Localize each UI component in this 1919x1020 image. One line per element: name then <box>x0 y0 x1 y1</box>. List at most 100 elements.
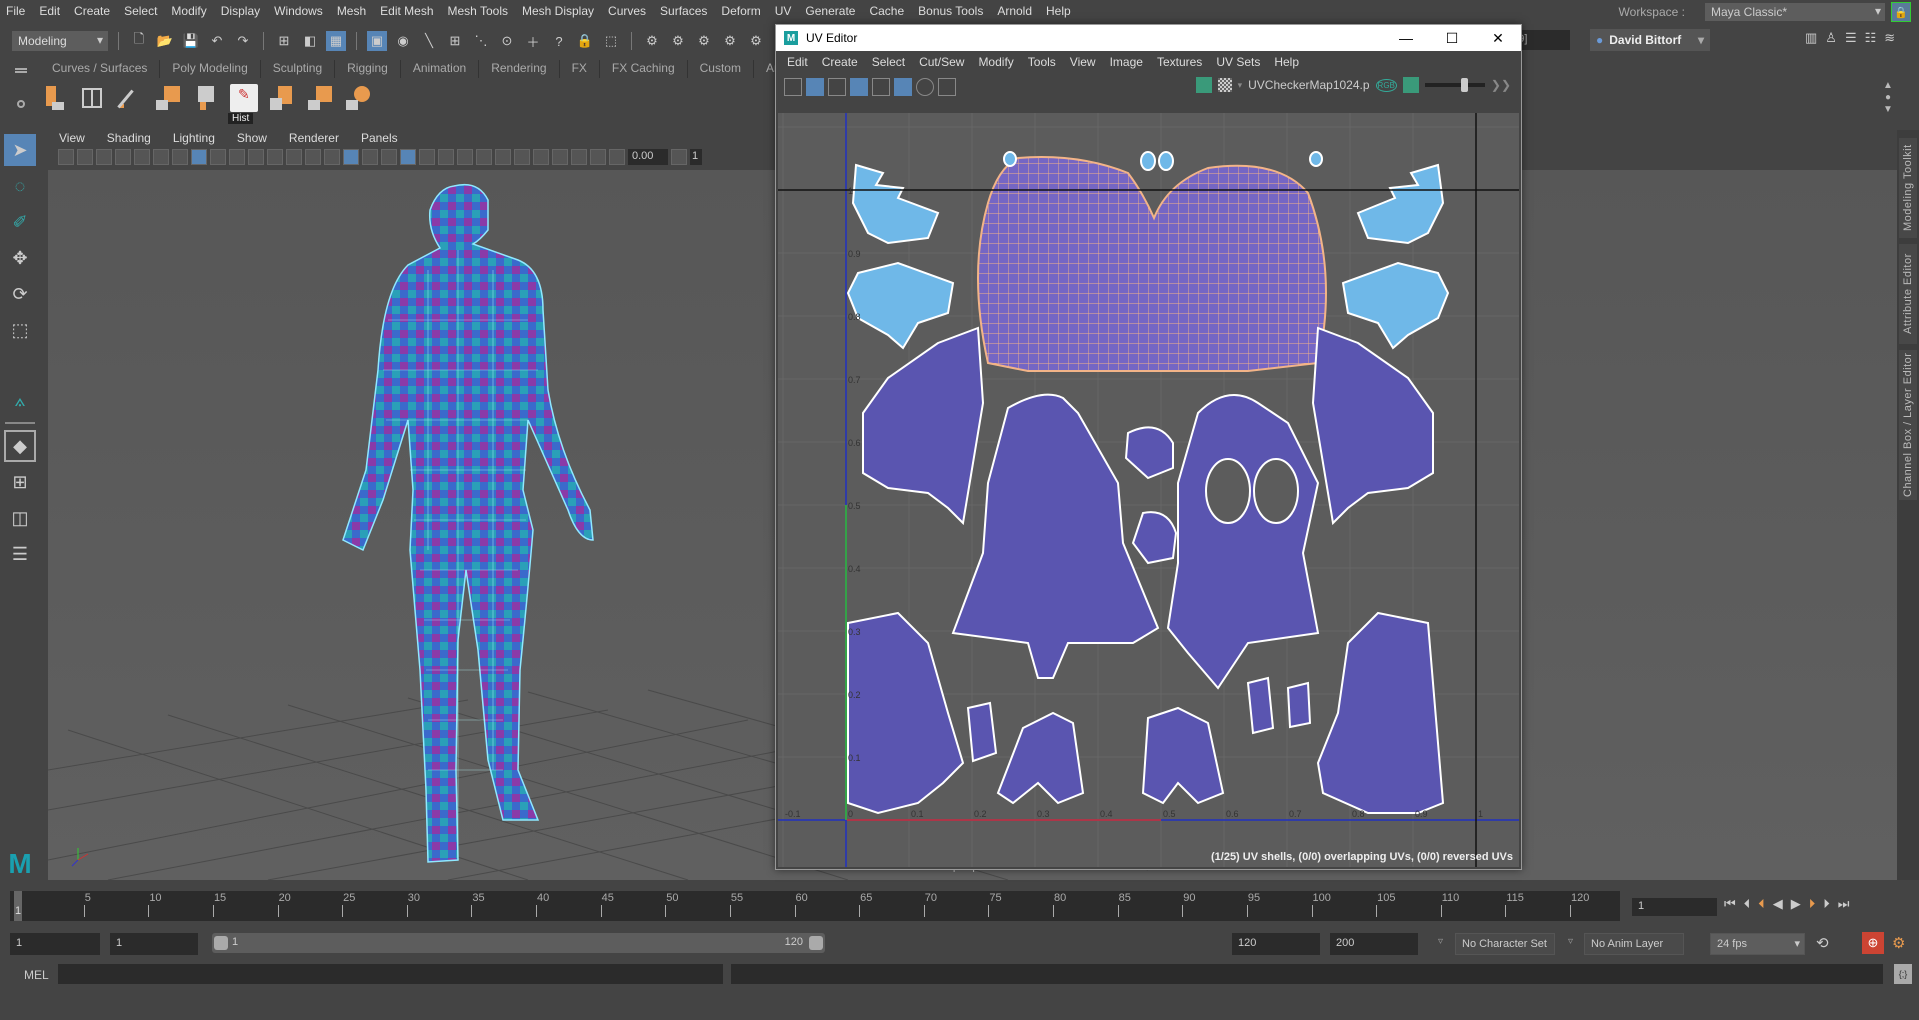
gate-mask-icon[interactable] <box>248 149 264 165</box>
show-manipulator-icon[interactable]: ⟑ <box>4 384 36 416</box>
history-icon[interactable]: ⚙ <box>642 31 662 51</box>
chevron-down-icon[interactable]: ▾ <box>1238 80 1243 91</box>
help-icon[interactable]: ? <box>549 31 569 51</box>
uv-menu-view[interactable]: View <box>1063 55 1103 69</box>
range-start-handle[interactable] <box>214 936 228 950</box>
anim-layer-dropdown[interactable]: No Anim Layer <box>1584 933 1684 955</box>
select-component-icon[interactable]: ▦ <box>326 31 346 51</box>
lasso-tool-icon[interactable]: ◌ <box>4 170 36 202</box>
workspace-dropdown[interactable]: Maya Classic* <box>1705 3 1885 21</box>
combine-icon[interactable] <box>154 84 182 112</box>
menu-edit-mesh[interactable]: Edit Mesh <box>380 4 433 18</box>
character-set-dropdown[interactable]: No Character Set <box>1455 933 1555 955</box>
fps-dropdown[interactable]: 24 fps ▾ <box>1710 933 1805 955</box>
lock-selection-icon[interactable]: 🔒 <box>575 31 595 51</box>
fill-hole-icon[interactable] <box>306 84 334 112</box>
wireframe-on-shaded-icon[interactable] <box>381 149 397 165</box>
menu-mesh-tools[interactable]: Mesh Tools <box>448 4 508 18</box>
grid-icon[interactable] <box>191 149 207 165</box>
uv-shell-hand-left-bottom[interactable] <box>846 261 955 350</box>
rotate-tool-icon[interactable]: ⟳ <box>4 278 36 310</box>
shelf-settings-icon[interactable] <box>17 100 25 108</box>
tab-attribute-editor[interactable]: Attribute Editor <box>1899 244 1917 344</box>
chevron-down-icon[interactable]: ▿ <box>1568 936 1573 947</box>
go-to-end-icon[interactable]: ⏭ <box>1838 896 1850 912</box>
uv-shell-small[interactable] <box>1158 151 1174 171</box>
step-forward-key-icon[interactable]: ⏵ <box>1809 896 1816 912</box>
rgb-channel-icon[interactable]: RGB <box>1375 78 1397 92</box>
shelf-handle[interactable] <box>6 60 36 118</box>
character-controls-icon[interactable]: ♙ <box>1825 30 1837 46</box>
exposure-field[interactable]: 0.00 <box>628 149 668 165</box>
uv-menu-create[interactable]: Create <box>815 55 865 69</box>
tab-modeling-toolkit[interactable]: Modeling Toolkit <box>1899 138 1917 238</box>
chevron-down-icon[interactable]: ▿ <box>1438 936 1443 947</box>
exposure-icon[interactable] <box>609 149 625 165</box>
uv-shell-hand-right-bottom[interactable] <box>1341 261 1450 350</box>
shelf-scroll[interactable]: ▲ ● ▼ <box>1880 80 1896 120</box>
panel-menu-lighting[interactable]: Lighting <box>162 128 226 148</box>
uv-menu-select[interactable]: Select <box>865 55 912 69</box>
panel-menu-view[interactable]: View <box>48 128 96 148</box>
smooth-shade-icon[interactable] <box>343 149 359 165</box>
hypershade-icon[interactable]: ⚙ <box>746 31 766 51</box>
grease-pencil-icon[interactable] <box>172 149 188 165</box>
shelf-tab-fx[interactable]: FX <box>560 60 600 78</box>
script-editor-icon[interactable]: {;} <box>1894 964 1912 984</box>
close-icon[interactable]: ✕ <box>1475 25 1521 51</box>
shelf-tab-animation[interactable]: Animation <box>401 60 480 78</box>
expand-toolbar-icon[interactable]: ❯❯ <box>1491 78 1511 92</box>
camera-attributes-icon[interactable] <box>96 149 112 165</box>
redo-icon[interactable]: ↷ <box>233 31 253 51</box>
attribute-editor-icon[interactable]: ☰ <box>1845 30 1857 46</box>
shelf-tab-rigging[interactable]: Rigging <box>335 60 401 78</box>
step-back-frame-icon[interactable]: ⏴ <box>1744 896 1751 912</box>
uv-shells[interactable] <box>846 151 1450 815</box>
loop-icon[interactable]: ⟲ <box>1816 934 1829 952</box>
command-language-label[interactable]: MEL <box>24 968 49 982</box>
maximize-icon[interactable]: ☐ <box>1429 25 1475 51</box>
snapshot-icon[interactable] <box>938 78 956 96</box>
menu-help[interactable]: Help <box>1046 4 1071 18</box>
range-slider[interactable]: 1 120 <box>212 933 825 953</box>
snap-grid-icon[interactable]: ⊞ <box>445 31 465 51</box>
uv-border-icon[interactable] <box>850 78 868 96</box>
play-backwards-icon[interactable]: ◀ <box>1773 896 1783 912</box>
uv-shell-small[interactable] <box>1140 151 1156 171</box>
range-end-handle[interactable] <box>809 936 823 950</box>
snap-grid-mode-icon[interactable]: ▣ <box>367 31 387 51</box>
pixel-snap-icon[interactable] <box>916 78 934 96</box>
snap-point-icon[interactable]: ◉ <box>393 31 413 51</box>
gamma-field[interactable]: 1 <box>690 149 702 165</box>
shaded-uvs-icon[interactable] <box>806 78 824 96</box>
quad-draw-icon[interactable] <box>116 84 144 112</box>
menu-file[interactable]: File <box>6 4 25 18</box>
menu-curves[interactable]: Curves <box>608 4 646 18</box>
textured-icon[interactable] <box>400 149 416 165</box>
resolution-gate-icon[interactable] <box>229 149 245 165</box>
menu-select[interactable]: Select <box>124 4 157 18</box>
outliner-layout-icon[interactable]: ☰ <box>4 538 36 570</box>
uv-shell-small-lower[interactable] <box>1246 676 1275 735</box>
menu-mesh-display[interactable]: Mesh Display <box>522 4 594 18</box>
menu-generate[interactable]: Generate <box>805 4 855 18</box>
uv-shell-center-small[interactable] <box>1131 511 1178 565</box>
uv-editor-titlebar[interactable]: M UV Editor — ☐ ✕ <box>776 25 1521 51</box>
gamma-icon[interactable] <box>671 149 687 165</box>
paint-select-tool-icon[interactable]: ✐ <box>4 206 36 238</box>
uv-menu-edit[interactable]: Edit <box>780 55 815 69</box>
default-material-icon[interactable] <box>362 149 378 165</box>
menu-mesh[interactable]: Mesh <box>337 4 366 18</box>
menu-uv[interactable]: UV <box>775 4 792 18</box>
character-mesh[interactable] <box>342 183 594 863</box>
start-time-field[interactable]: 1 <box>10 933 100 955</box>
panel-menu-shading[interactable]: Shading <box>96 128 162 148</box>
safe-action-icon[interactable] <box>286 149 302 165</box>
uv-menu-modify[interactable]: Modify <box>971 55 1020 69</box>
panel-menu-renderer[interactable]: Renderer <box>278 128 350 148</box>
uv-shell-head[interactable] <box>977 156 1327 372</box>
exposure-slider[interactable] <box>1424 78 1485 92</box>
uv-shell-foot[interactable] <box>1141 706 1225 805</box>
uv-shell-hand-right-top[interactable] <box>1356 163 1445 245</box>
play-forwards-icon[interactable]: ▶ <box>1791 896 1801 912</box>
